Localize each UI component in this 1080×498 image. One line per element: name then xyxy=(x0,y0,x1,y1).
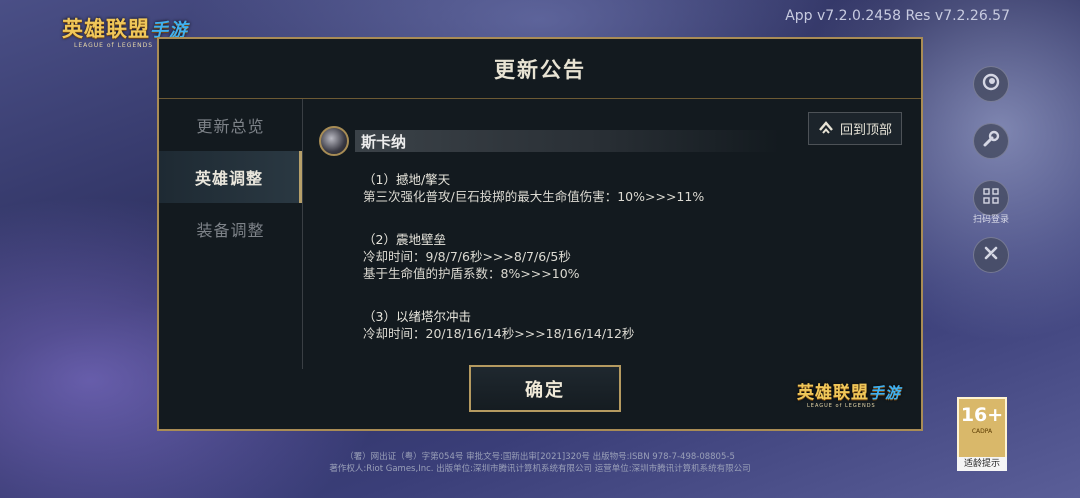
scan-login-label: 扫码登录 xyxy=(972,215,1009,225)
change-line: 冷却时间：9/8/7/6秒>>>8/7/6/5秒 xyxy=(363,249,571,264)
back-to-top-button[interactable]: 回到顶部 xyxy=(808,112,902,145)
update-notice-dialog: 更新公告 更新总览 英雄调整 装备调整 斯卡纳 （1）撼地/擎天 第三次强化普攻… xyxy=(157,37,923,431)
dialog-logo: 英雄联盟手游 LEAGUE of LEGENDS xyxy=(797,384,907,414)
nav-item-champion-changes[interactable]: 英雄调整 xyxy=(159,151,302,203)
logo-subtext: LEAGUE of LEGENDS xyxy=(807,403,876,409)
change-line: 第三次强化普攻/巨石投掷的最大生命值伤害：10%>>>11% xyxy=(363,189,705,204)
skill-name: （1）撼地/擎天 xyxy=(363,172,451,187)
champion-avatar xyxy=(319,126,349,156)
age-rating-org: CADPA xyxy=(971,428,993,435)
back-to-top-label: 回到顶部 xyxy=(839,123,892,138)
skill-name: （2）震地壁垒 xyxy=(363,232,446,247)
age-rating-number: 16+ xyxy=(960,404,1004,426)
logo-text: 英雄联盟 xyxy=(797,383,869,403)
dialog-title: 更新公告 xyxy=(494,57,586,82)
swirl-icon xyxy=(981,72,1001,96)
change-line: 基于生命值的护盾系数：8%>>>10% xyxy=(363,266,580,281)
nav-item-label: 装备调整 xyxy=(196,221,265,240)
nav-divider xyxy=(302,99,303,369)
change-item: （3）以绪塔尔冲击 冷却时间：20/18/16/14秒>>>18/16/14/1… xyxy=(363,308,634,342)
notice-content[interactable]: 斯卡纳 （1）撼地/擎天 第三次强化普攻/巨石投掷的最大生命值伤害：10%>>>… xyxy=(319,109,909,364)
category-nav: 更新总览 英雄调整 装备调整 xyxy=(159,99,302,369)
chevron-up-icon xyxy=(818,120,834,138)
tools-icon xyxy=(981,243,1001,267)
nav-item-overview[interactable]: 更新总览 xyxy=(159,99,302,151)
nav-item-label: 更新总览 xyxy=(196,117,265,136)
copyright-info-line: 著作权人:Riot Games,Inc. 出版单位:深圳市腾讯计算机系统有限公司… xyxy=(329,464,751,474)
logo-script: 手游 xyxy=(869,384,902,402)
license-info-line: （署）网出证（粤）字第054号 审批文号:国新出审[2021]320号 出版物号… xyxy=(345,452,735,462)
nav-item-label: 英雄调整 xyxy=(194,169,263,188)
repair-button[interactable] xyxy=(973,237,1009,273)
version-text: App v7.2.0.2458 Res v7.2.26.57 xyxy=(785,8,1010,24)
nav-item-item-changes[interactable]: 装备调整 xyxy=(159,203,302,255)
scan-login-button[interactable] xyxy=(973,180,1009,216)
confirm-button[interactable]: 确定 xyxy=(469,365,621,412)
change-line: 冷却时间：20/18/16/14秒>>>18/16/14/12秒 xyxy=(363,326,635,341)
logo-text: 英雄联盟 xyxy=(62,17,150,41)
champion-header: 斯卡纳 xyxy=(319,126,779,156)
profile-button[interactable] xyxy=(973,66,1009,102)
change-item: （2）震地壁垒 冷却时间：9/8/7/6秒>>>8/7/6/5秒 基于生命值的护… xyxy=(363,231,580,282)
change-item: （1）撼地/擎天 第三次强化普攻/巨石投掷的最大生命值伤害：10%>>>11% xyxy=(363,171,704,205)
qr-code-icon xyxy=(982,187,1000,209)
champion-name: 斯卡纳 xyxy=(355,130,779,152)
settings-button[interactable] xyxy=(973,123,1009,159)
wrench-icon xyxy=(981,129,1001,153)
skill-name: （3）以绪塔尔冲击 xyxy=(363,309,471,324)
dialog-header: 更新公告 xyxy=(159,39,921,99)
confirm-label: 确定 xyxy=(525,379,565,401)
